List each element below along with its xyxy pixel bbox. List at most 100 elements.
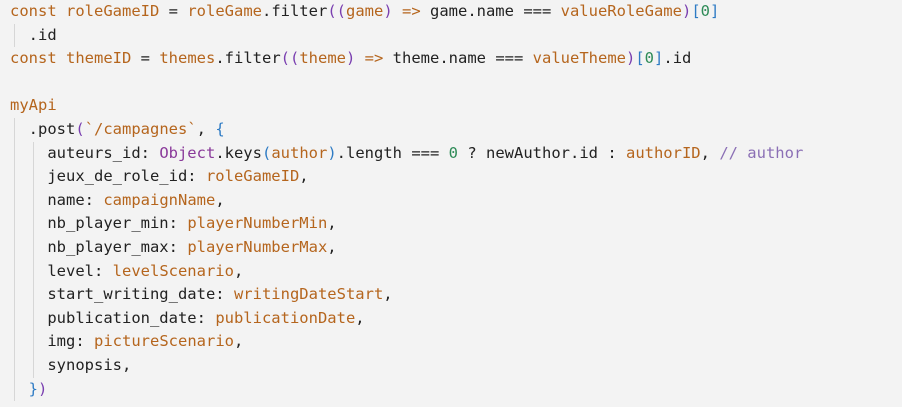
code-token: playerNumberMax — [187, 237, 328, 256]
code-line[interactable]: const themeID = themes.filter((theme) =>… — [0, 47, 902, 71]
indent-guide — [14, 188, 15, 213]
code-token: === — [495, 49, 524, 68]
code-token: 0 — [700, 2, 710, 20]
code-token: roleGame — [187, 2, 262, 20]
indent-guide — [14, 141, 15, 166]
code-token: ] — [654, 49, 664, 68]
code-token: roleGameID — [205, 167, 300, 186]
code-token: const — [10, 2, 66, 20]
code-token: ? — [467, 143, 486, 162]
code-token: theme.name — [383, 49, 496, 68]
code-line[interactable]: jeux_de_role_id: roleGameID, — [0, 165, 902, 189]
code-line[interactable]: level: levelScenario, — [0, 259, 902, 284]
code-token: = — [131, 49, 160, 68]
code-token: , — [233, 332, 244, 351]
code-editor[interactable]: const roleGameID = roleGame.filter((game… — [0, 0, 902, 407]
code-token: .length — [336, 143, 412, 162]
indent-guide — [33, 283, 34, 307]
code-token: .filter — [215, 49, 281, 68]
code-token: levelScenario — [112, 261, 234, 280]
code-token: roleGameID — [66, 2, 160, 20]
indent-guide — [33, 306, 34, 331]
code-token: synopsis, — [47, 355, 132, 374]
indent-guide — [14, 235, 15, 260]
code-token: , — [299, 167, 309, 186]
code-token: , — [233, 261, 244, 280]
code-token: [ — [691, 2, 701, 20]
code-line[interactable]: img: pictureScenario, — [0, 330, 902, 354]
code-token: .id — [28, 25, 57, 44]
code-token: author — [271, 143, 328, 162]
code-token: 0 — [439, 143, 468, 162]
code-token: publication_date: — [47, 308, 216, 327]
code-token: => — [364, 49, 384, 68]
code-token: ] — [710, 2, 720, 20]
code-token: , — [355, 308, 365, 327]
code-line[interactable]: .post(`/campagnes`, { — [0, 117, 902, 142]
code-line[interactable]: start_writing_date: writingDateStart, — [0, 283, 902, 307]
code-token: , — [383, 285, 393, 304]
code-token: nb_player_max: — [47, 237, 188, 256]
indent-guide — [14, 212, 15, 236]
code-token: [ — [635, 49, 645, 68]
code-token: === — [523, 2, 552, 20]
code-line[interactable]: nb_player_min: playerNumberMin, — [0, 212, 902, 236]
code-line[interactable]: synopsis, — [0, 353, 902, 378]
code-token: Object — [159, 143, 216, 162]
indent-guide — [33, 330, 34, 354]
code-line[interactable]: .id — [0, 23, 902, 48]
code-token: { — [215, 119, 225, 138]
code-token: myApi — [10, 96, 57, 115]
indent-guide — [33, 235, 34, 260]
indent-guide — [14, 330, 15, 354]
code-token: ) — [38, 379, 48, 398]
indent-guide — [33, 353, 34, 378]
code-token: ( — [75, 119, 85, 138]
code-line[interactable]: nb_player_max: playerNumberMax, — [0, 235, 902, 260]
code-token: game — [345, 2, 384, 20]
code-token: ( — [261, 143, 272, 162]
code-token: authorID — [625, 143, 701, 162]
code-token: (( — [327, 2, 346, 20]
code-token: , — [196, 119, 216, 138]
indent-guide — [14, 259, 15, 284]
code-token: jeux_de_role_id: — [47, 167, 206, 186]
indent-guide — [14, 117, 15, 142]
indent-guide — [33, 212, 34, 236]
code-line[interactable]: auteurs_id: Object.keys(author).length =… — [0, 141, 902, 166]
code-line[interactable]: publication_date: publicationDate, — [0, 306, 902, 331]
indent-guide — [33, 188, 34, 213]
code-line[interactable] — [0, 71, 902, 95]
code-token: newAuthor.id : — [486, 143, 626, 162]
code-token: const — [10, 49, 66, 68]
code-token: === — [411, 143, 440, 162]
code-token: level: — [47, 261, 113, 280]
code-token: themeID — [66, 49, 132, 68]
indent-guide — [33, 165, 34, 189]
code-token: valueRoleGame — [551, 2, 682, 20]
code-line[interactable]: const roleGameID = roleGame.filter((game… — [0, 0, 902, 24]
code-token: pictureScenario — [94, 332, 234, 351]
code-token: = — [159, 2, 188, 20]
code-token: valueTheme — [523, 49, 626, 68]
code-line[interactable]: myApi — [0, 94, 902, 118]
code-token: .id — [663, 49, 692, 68]
code-token: ) — [625, 49, 636, 68]
indent-guide — [33, 259, 34, 284]
code-token: playerNumberMin — [187, 214, 328, 233]
indent-guide — [14, 377, 15, 402]
indent-guide — [14, 283, 15, 307]
code-line[interactable]: name: campaignName, — [0, 188, 902, 213]
code-line[interactable]: }) — [0, 377, 902, 402]
code-token: start_writing_date: — [47, 285, 234, 304]
code-token: themes — [159, 49, 216, 68]
indent-guide — [14, 306, 15, 331]
